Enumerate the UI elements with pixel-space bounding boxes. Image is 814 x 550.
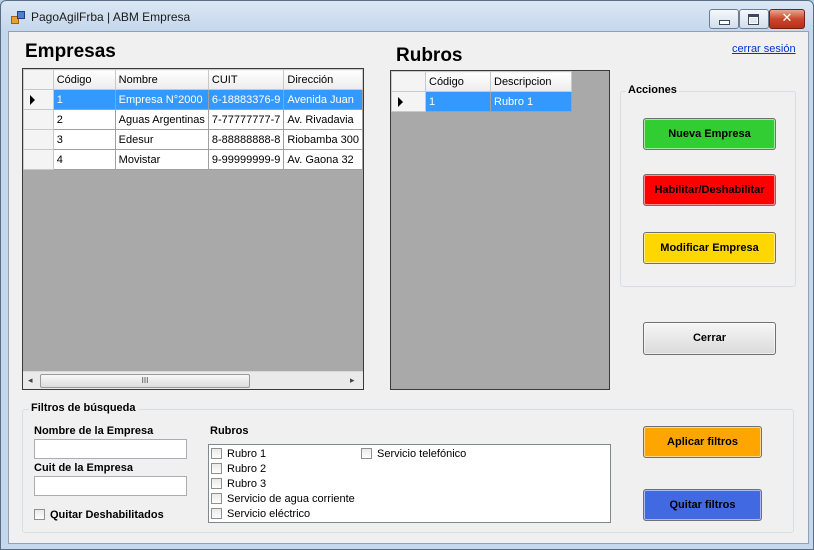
cell-codigo[interactable]: 1	[52, 89, 116, 110]
quitar-deshabilitados-checkbox[interactable]: Quitar Deshabilitados	[34, 509, 164, 521]
col-header-codigo[interactable]: Código	[52, 69, 116, 90]
row-header-corner	[391, 71, 426, 92]
rubros-filter-label: Rubros	[210, 425, 249, 437]
list-item-label: Rubro 3	[227, 478, 267, 490]
cell-cuit[interactable]: 9-99999999-9	[207, 149, 285, 170]
table-row[interactable]: 4 Movistar 9-99999999-9 Av. Gaona 32	[23, 149, 363, 170]
window-title: PagoAgilFrba | ABM Empresa	[31, 10, 191, 24]
cell-codigo[interactable]: 2	[52, 109, 116, 130]
aplicar-filtros-button[interactable]: Aplicar filtros	[643, 426, 762, 458]
empresas-table: Código Nombre CUIT Dirección 1 Empresa N…	[23, 69, 363, 170]
checkbox-box[interactable]	[361, 448, 372, 459]
list-item[interactable]: Servicio eléctrico	[211, 507, 310, 521]
rubros-heading: Rubros	[396, 45, 463, 66]
list-item[interactable]: Rubro 3	[211, 477, 266, 491]
col-header-nombre[interactable]: Nombre	[114, 69, 209, 90]
empresas-heading: Empresas	[25, 41, 116, 62]
form-client-area: Empresas Rubros cerrar sesión Código Nom…	[8, 31, 809, 544]
cell-direccion[interactable]: Avenida Juan	[283, 89, 363, 110]
list-item[interactable]: Rubro 1	[211, 447, 266, 461]
col-header-direccion[interactable]: Dirección	[283, 69, 363, 90]
row-header[interactable]	[391, 91, 426, 112]
modificar-empresa-button[interactable]: Modificar Empresa	[643, 232, 776, 264]
cell-codigo[interactable]: 3	[52, 129, 116, 150]
current-row-arrow-icon	[30, 95, 35, 105]
list-item[interactable]: Servicio de agua corriente	[211, 492, 355, 506]
list-item-label: Servicio eléctrico	[227, 508, 311, 520]
col-header-codigo[interactable]: Código	[425, 71, 491, 92]
scroll-right-icon[interactable]: ▸	[350, 375, 355, 386]
list-item[interactable]: Rubro 2	[211, 462, 266, 476]
close-window-button[interactable]: ✕	[769, 9, 805, 29]
cell-direccion[interactable]: Riobamba 300	[283, 129, 363, 150]
cell-cuit[interactable]: 8-88888888-8	[207, 129, 285, 150]
row-header[interactable]	[23, 129, 54, 150]
col-header-cuit[interactable]: CUIT	[207, 69, 285, 90]
current-row-arrow-icon	[398, 97, 403, 107]
checkbox-box[interactable]	[211, 508, 222, 519]
cell-nombre[interactable]: Aguas Argentinas	[114, 109, 209, 130]
habilitar-deshabilitar-button[interactable]: Habilitar/Deshabilitar	[643, 174, 776, 206]
nombre-empresa-label: Nombre de la Empresa	[34, 425, 154, 437]
list-item-label: Rubro 2	[227, 463, 267, 475]
scroll-left-icon[interactable]: ◂	[28, 375, 33, 386]
checkbox-box[interactable]	[211, 478, 222, 489]
row-header-corner	[23, 69, 54, 90]
rubros-header-row: Código Descripcion	[391, 71, 572, 92]
minimize-button[interactable]	[709, 9, 739, 29]
cell-cuit[interactable]: 7-77777777-7	[207, 109, 285, 130]
list-item-label: Servicio telefónico	[377, 448, 467, 460]
cell-nombre[interactable]: Movistar	[114, 149, 209, 170]
cerrar-button[interactable]: Cerrar	[643, 322, 776, 355]
cell-codigo[interactable]: 4	[52, 149, 116, 170]
maximize-button[interactable]	[739, 9, 769, 29]
checkbox-box[interactable]	[211, 493, 222, 504]
logout-link[interactable]: cerrar sesión	[732, 43, 796, 55]
list-item-label: Rubro 1	[227, 448, 267, 460]
cell-descripcion[interactable]: Rubro 1	[490, 91, 572, 112]
horizontal-scrollbar[interactable]: ◂ III ▸	[23, 371, 363, 389]
list-item[interactable]: Servicio telefónico	[361, 447, 466, 461]
cell-cuit[interactable]: 6-18883376-9	[207, 89, 285, 110]
cuit-empresa-input[interactable]	[34, 476, 187, 496]
scroll-thumb[interactable]: III	[40, 374, 250, 388]
nombre-empresa-input[interactable]	[34, 439, 187, 459]
title-bar[interactable]: PagoAgilFrba | ABM Empresa ✕	[1, 1, 813, 31]
row-header[interactable]	[23, 89, 54, 110]
app-icon	[11, 11, 25, 24]
list-item-label: Servicio de agua corriente	[227, 493, 355, 505]
rubros-table: Código Descripcion 1 Rubro 1	[391, 71, 572, 112]
cell-nombre[interactable]: Empresa N°2000	[114, 89, 209, 110]
app-window: PagoAgilFrba | ABM Empresa ✕ Empresas Ru…	[0, 0, 814, 550]
quitar-deshabilitados-label: Quitar Deshabilitados	[50, 509, 164, 521]
filtros-group-title: Filtros de búsqueda	[29, 402, 138, 414]
row-header[interactable]	[23, 149, 54, 170]
table-row[interactable]: 1 Empresa N°2000 6-18883376-9 Avenida Ju…	[23, 89, 363, 110]
cell-direccion[interactable]: Av. Rivadavia	[283, 109, 363, 130]
cell-nombre[interactable]: Edesur	[114, 129, 209, 150]
empresas-grid[interactable]: Código Nombre CUIT Dirección 1 Empresa N…	[22, 68, 364, 390]
cell-codigo[interactable]: 1	[425, 91, 491, 112]
quitar-filtros-button[interactable]: Quitar filtros	[643, 489, 762, 521]
nueva-empresa-button[interactable]: Nueva Empresa	[643, 118, 776, 150]
checkbox-box[interactable]	[34, 509, 45, 520]
cell-direccion[interactable]: Av. Gaona 32	[283, 149, 363, 170]
cuit-empresa-label: Cuit de la Empresa	[34, 462, 134, 474]
checkbox-box[interactable]	[211, 463, 222, 474]
table-row[interactable]: 2 Aguas Argentinas 7-77777777-7 Av. Riva…	[23, 109, 363, 130]
acciones-group-title: Acciones	[626, 84, 679, 96]
col-header-descripcion[interactable]: Descripcion	[490, 71, 572, 92]
close-icon: ✕	[781, 11, 793, 26]
table-row[interactable]: 1 Rubro 1	[391, 91, 572, 112]
checkbox-box[interactable]	[211, 448, 222, 459]
empresas-header-row: Código Nombre CUIT Dirección	[23, 69, 363, 90]
rubros-grid[interactable]: Código Descripcion 1 Rubro 1	[390, 70, 610, 390]
table-row[interactable]: 3 Edesur 8-88888888-8 Riobamba 300	[23, 129, 363, 150]
rubros-checked-list[interactable]: Rubro 1 Rubro 2 Rubro 3 Servicio de agua…	[208, 444, 611, 523]
row-header[interactable]	[23, 109, 54, 130]
